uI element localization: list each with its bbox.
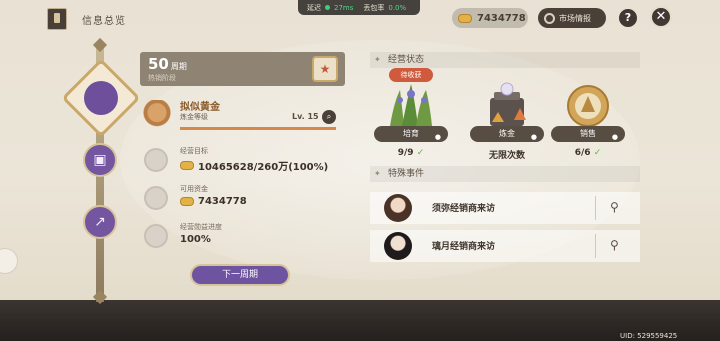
- page-title: 信息总览: [82, 16, 126, 27]
- status-sales-label-text: 销售: [580, 129, 596, 138]
- packet-loss-label: 丢包率: [363, 3, 385, 12]
- potion-icon: [84, 81, 118, 115]
- period-stage: 热销阶段: [148, 74, 176, 82]
- status-sales-label: 销售 ●: [551, 126, 625, 142]
- menu-bag-button[interactable]: ▣: [83, 143, 117, 177]
- stat-value-funds: 7434778: [180, 196, 247, 207]
- check-icon: ✓: [593, 148, 602, 158]
- merchant-avatar: [384, 232, 412, 260]
- journal-icon[interactable]: [47, 8, 67, 30]
- period-number: 50 周期: [148, 55, 187, 73]
- stat-label-target: 经营目标: [180, 147, 208, 155]
- alchemy-furnace-icon: [480, 82, 534, 128]
- stat-value-progress: 100%: [180, 234, 211, 245]
- latency-label: 延迟: [307, 3, 321, 12]
- rank-title: 拟似黄金: [180, 102, 220, 113]
- coin-amount: 7434778: [477, 12, 526, 24]
- player-uid: UID: 529559425: [620, 332, 678, 340]
- event-divider: [595, 196, 596, 220]
- sales-shield-icon: [561, 82, 615, 128]
- location-pin-icon: ●: [434, 133, 441, 141]
- status-sales[interactable]: 销售 ● 6/6 ✓: [551, 78, 625, 164]
- event-divider: [595, 234, 596, 258]
- event-text-sumeru: 须弥经销商来访: [432, 204, 496, 214]
- rank-progress-track: [180, 127, 336, 130]
- bottom-band: [0, 300, 720, 341]
- status-cultivate-count-text: 9/9: [397, 148, 414, 158]
- menu-chart-button[interactable]: ↗: [83, 205, 117, 239]
- merchant-avatar: [384, 194, 412, 222]
- rank-level: Lv. 15: [292, 112, 319, 121]
- gold-coin-icon: [180, 161, 194, 170]
- events-section-header: 特殊事件: [370, 166, 640, 182]
- rank-subtitle: 炼金等级: [180, 113, 208, 121]
- status-cultivate-label-text: 培育: [403, 129, 419, 138]
- stat-label-progress: 经营勋益进度: [180, 223, 222, 231]
- stat-value-target: 10465628/260万(100%): [180, 158, 328, 173]
- help-button[interactable]: ?: [619, 9, 637, 27]
- signal-dot-icon: [325, 5, 330, 10]
- location-pin-icon[interactable]: ⚲: [610, 238, 621, 252]
- check-icon: ✓: [416, 148, 425, 158]
- market-info-label: 市场情报: [559, 13, 591, 23]
- reward-chest-button[interactable]: ★: [312, 56, 338, 82]
- gold-coin-icon: [180, 197, 194, 206]
- location-pin-icon: ●: [611, 133, 618, 141]
- rank-progress-fill: [180, 127, 336, 130]
- status-cultivate[interactable]: 待收获 培育 ● 9/9 ✓: [374, 68, 448, 164]
- period-unit: 周期: [170, 62, 187, 71]
- progress-tree-icon: [144, 224, 168, 248]
- status-alchemy[interactable]: 炼金 ● 无限次数: [470, 78, 544, 164]
- latency-value: 27ms: [334, 3, 354, 12]
- event-row-sumeru[interactable]: 须弥经销商来访 ⚲: [370, 192, 640, 224]
- rank-emblem-icon: [140, 100, 174, 128]
- broadcast-icon: [544, 12, 555, 24]
- plant-icon: [384, 82, 438, 128]
- pending-harvest-tag: 待收获: [389, 68, 433, 82]
- chart-up-icon: ↗: [94, 214, 106, 230]
- status-cultivate-count: 9/9 ✓: [374, 148, 448, 158]
- stat-value-target-text: 10465628/260万(100%): [198, 162, 329, 173]
- profile-panel: 50 周期 热销阶段 ★ 拟似黄金 炼金等级 Lv. 15 ⌕ 经营目标 1046…: [140, 52, 345, 302]
- stat-label-funds: 可用资金: [180, 185, 208, 193]
- star-icon: ★: [319, 62, 331, 76]
- period-number-value: 50: [148, 55, 169, 73]
- network-status: 延迟 27ms 丢包率 0.0%: [298, 0, 420, 15]
- status-sales-count-text: 6/6: [574, 148, 591, 158]
- event-row-liyue[interactable]: 璃月经销商来访 ⚲: [370, 230, 640, 262]
- location-pin-icon[interactable]: ⚲: [610, 200, 621, 214]
- next-period-button[interactable]: 下一周期: [190, 264, 290, 286]
- coin-counter: 7434778: [452, 8, 528, 28]
- gold-coin-icon: [458, 13, 472, 23]
- status-alchemy-label: 炼金 ●: [470, 126, 544, 142]
- bag-icon: ▣: [93, 152, 107, 168]
- packet-loss-value: 0.0%: [388, 3, 407, 12]
- stat-value-funds-text: 7434778: [198, 196, 247, 207]
- status-sales-count: 6/6 ✓: [551, 148, 625, 158]
- target-check-icon: [144, 148, 168, 172]
- status-alchemy-count: 无限次数: [488, 151, 525, 161]
- close-button[interactable]: ✕: [650, 6, 672, 28]
- event-text-liyue: 璃月经销商来访: [432, 242, 496, 252]
- search-icon[interactable]: ⌕: [322, 110, 336, 124]
- status-cultivate-label: 培育 ●: [374, 126, 448, 142]
- market-info-button[interactable]: 市场情报: [538, 8, 606, 28]
- status-section-header: 经营状态: [370, 52, 640, 68]
- piggy-bank-icon: [144, 186, 168, 210]
- location-pin-icon: ●: [530, 133, 537, 141]
- period-banner: 50 周期 热销阶段 ★: [140, 52, 345, 86]
- status-alchemy-label-text: 炼金: [499, 129, 515, 138]
